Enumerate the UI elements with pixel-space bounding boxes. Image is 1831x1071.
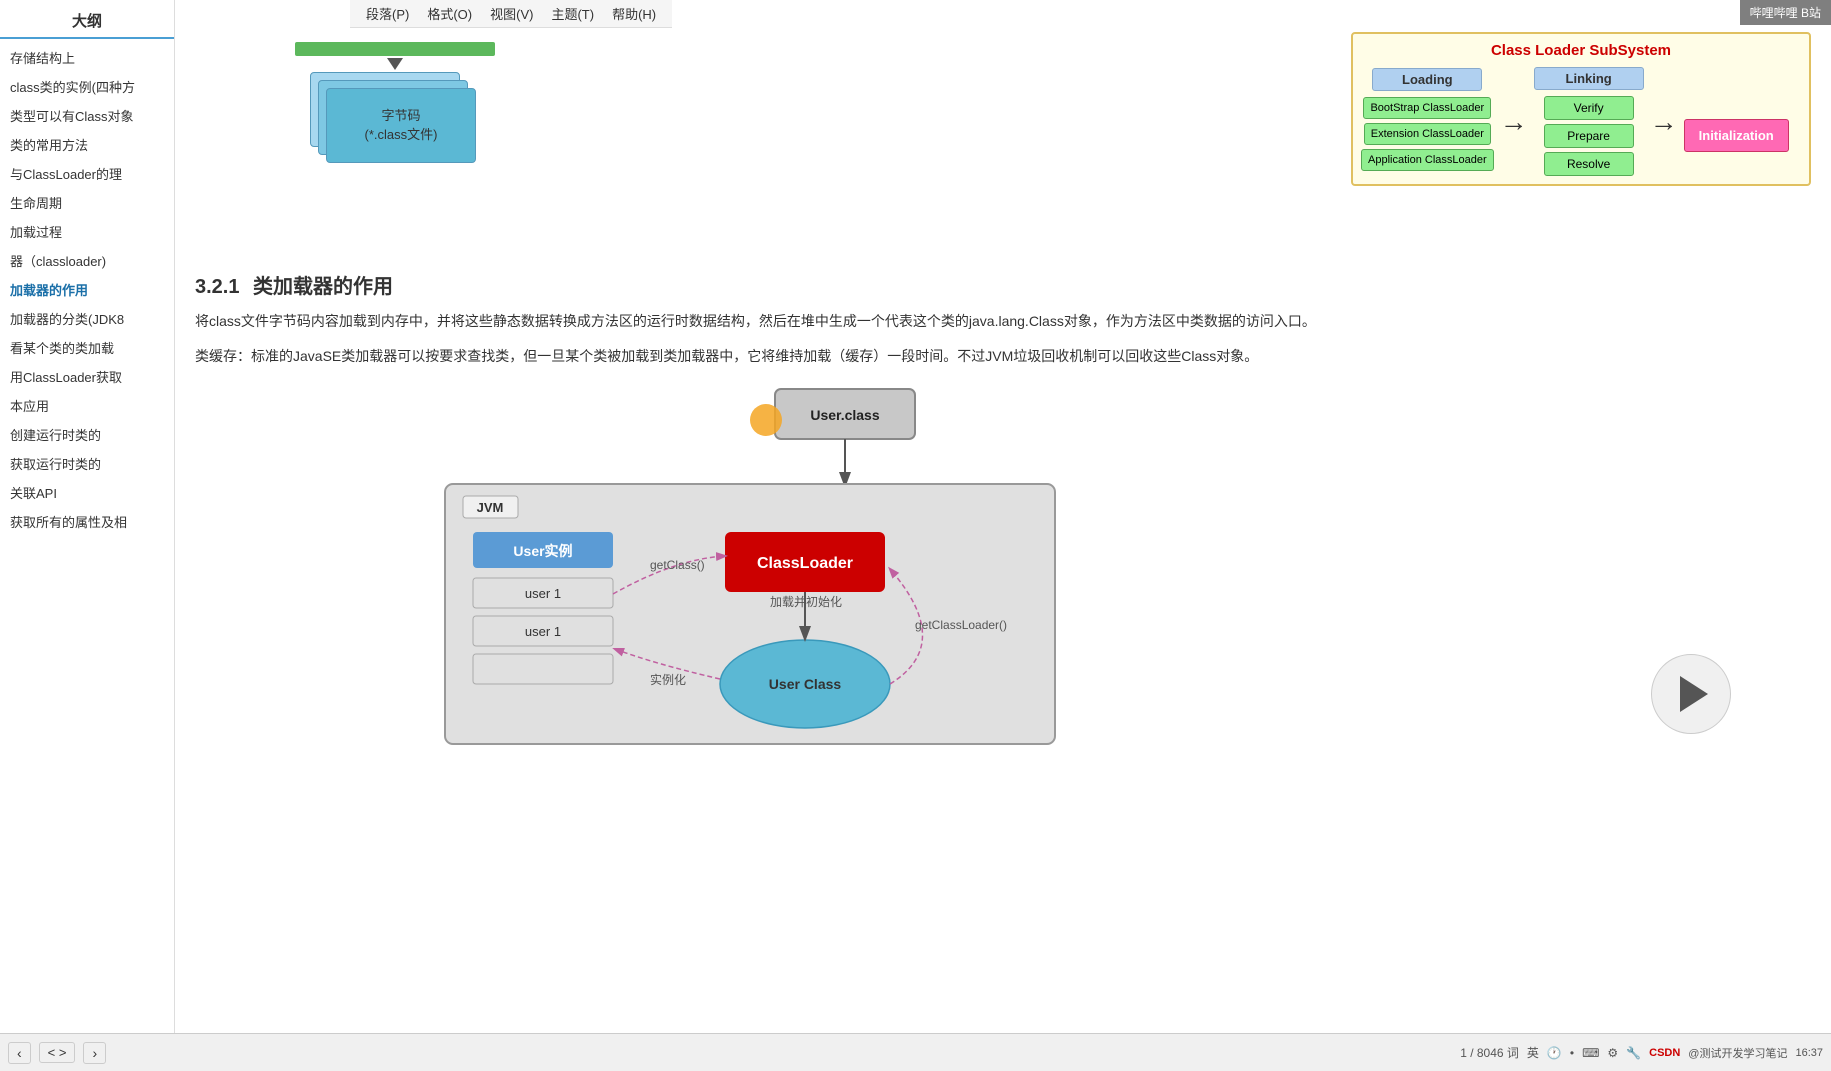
platform-label: @测试开发学习笔记 xyxy=(1688,1045,1787,1061)
lang-indicator: 英 xyxy=(1527,1044,1539,1061)
video-widget[interactable] xyxy=(1651,654,1731,734)
cl-init-box: Initialization xyxy=(1684,119,1789,152)
bytecode-box-stack: 字节码(*.class文件) xyxy=(310,72,480,182)
sidebar-item-9[interactable]: 加载器的分类(JDK8 xyxy=(0,304,174,333)
watermark: 哔哩哔哩 B站 xyxy=(1740,0,1831,25)
jvm-svg-diagram: User.class JVM User实例 user 1 user 1 Clas… xyxy=(295,384,1115,754)
bytecode-card-text: 字节码(*.class文件) xyxy=(365,107,438,143)
cl-prepare: Prepare xyxy=(1544,124,1634,148)
sidebar-item-16[interactable]: 获取所有的属性及相 xyxy=(0,507,174,536)
sidebar-item-11[interactable]: 用ClassLoader获取 xyxy=(0,362,174,391)
video-play-icon xyxy=(1680,676,1708,712)
svg-text:User Class: User Class xyxy=(769,676,842,692)
sidebar-item-1[interactable]: class类的实例(四种方 xyxy=(0,72,174,101)
sidebar-title: 大纲 xyxy=(0,0,174,39)
time-label: 16:37 xyxy=(1795,1047,1823,1059)
cl-arrow-2: → xyxy=(1650,106,1678,138)
cl-resolve: Resolve xyxy=(1544,152,1634,176)
sidebar-item-2[interactable]: 类型可以有Class对象 xyxy=(0,101,174,130)
sidebar: 大纲 存储结构上 class类的实例(四种方 类型可以有Class对象 类的常用… xyxy=(0,0,175,1071)
code-toggle-button[interactable]: < > xyxy=(39,1042,76,1063)
main-content: 段落(P) 格式(O) 视图(V) 主题(T) 帮助(H) 字节码(*.clas… xyxy=(175,0,1831,1071)
sidebar-items: 存储结构上 class类的实例(四种方 类型可以有Class对象 类的常用方法 … xyxy=(0,43,174,536)
sidebar-item-15[interactable]: 关联API xyxy=(0,478,174,507)
paragraph-2: 类缓存：标准的JavaSE类加载器可以按要求查找类，但一旦某个类被加载到类加载器… xyxy=(195,344,1811,369)
menu-item-2[interactable]: 视图(V) xyxy=(482,1,541,26)
sidebar-item-8[interactable]: 加载器的作用 xyxy=(0,275,174,304)
svg-text:user 1: user 1 xyxy=(525,586,561,601)
sidebar-item-0[interactable]: 存储结构上 xyxy=(0,43,174,72)
cl-init-section: Initialization xyxy=(1684,119,1789,152)
bytecode-diagram: 字节码(*.class文件) xyxy=(295,42,495,182)
section-title: 类加载器的作用 xyxy=(253,276,393,298)
svg-text:User实例: User实例 xyxy=(513,543,572,559)
svg-text:ClassLoader: ClassLoader xyxy=(757,555,853,572)
green-bar xyxy=(295,42,495,56)
svg-text:实例化: 实例化 xyxy=(650,672,686,687)
cl-loading-section: Loading BootStrap ClassLoader Extension … xyxy=(1361,68,1494,175)
menu-item-0[interactable]: 段落(P) xyxy=(358,1,417,26)
svg-text:getClassLoader(): getClassLoader() xyxy=(915,618,1007,632)
cl-arrow-1: → xyxy=(1500,106,1528,138)
sidebar-item-12[interactable]: 本应用 xyxy=(0,391,174,420)
menu-item-4[interactable]: 帮助(H) xyxy=(604,1,664,26)
sidebar-item-6[interactable]: 加载过程 xyxy=(0,217,174,246)
menu-bar: 段落(P) 格式(O) 视图(V) 主题(T) 帮助(H) xyxy=(350,0,672,28)
sidebar-item-3[interactable]: 类的常用方法 xyxy=(0,130,174,159)
arrow-down-bytecode xyxy=(387,58,403,70)
cl-extension: Extension ClassLoader xyxy=(1364,123,1491,145)
svg-text:user 1: user 1 xyxy=(525,624,561,639)
sidebar-item-5[interactable]: 生命周期 xyxy=(0,188,174,217)
jvm-diagram-area: User.class JVM User实例 user 1 user 1 Clas… xyxy=(195,384,1811,764)
svg-text:getClass(): getClass() xyxy=(650,558,705,572)
bottom-right-icons: 英 🕐 • ⌨ ⚙ 🔧 CSDN @测试开发学习笔记 16:37 xyxy=(1527,1044,1823,1061)
nav-prev-button[interactable]: ‹ xyxy=(8,1042,31,1064)
svg-text:JVM: JVM xyxy=(477,500,504,515)
top-diagram: 字节码(*.class文件) Class Loader SubSystem Lo… xyxy=(195,32,1811,252)
cl-verify: Verify xyxy=(1544,96,1634,120)
csdn-label: CSDN xyxy=(1649,1047,1680,1059)
section-heading: 3.2.1 类加载器的作用 xyxy=(195,270,1811,299)
sidebar-item-7[interactable]: 器（classloader) xyxy=(0,246,174,275)
menu-item-1[interactable]: 格式(O) xyxy=(419,1,480,26)
dot-icon: • xyxy=(1570,1046,1574,1060)
cl-loading-title: Loading xyxy=(1372,68,1482,91)
cl-linking-section: Linking Verify Prepare Resolve xyxy=(1534,67,1644,176)
svg-text:加载并初始化: 加载并初始化 xyxy=(770,595,842,609)
bytecode-card-front: 字节码(*.class文件) xyxy=(326,88,476,163)
sidebar-item-4[interactable]: 与ClassLoader的理 xyxy=(0,159,174,188)
classloader-subsystem-diagram: Class Loader SubSystem Loading BootStrap… xyxy=(1351,32,1811,186)
clock-icon: 🕐 xyxy=(1547,1046,1562,1060)
sidebar-item-14[interactable]: 获取运行时类的 xyxy=(0,449,174,478)
svg-text:User.class: User.class xyxy=(810,407,879,423)
cl-application: Application ClassLoader xyxy=(1361,149,1494,171)
wrench-icon: 🔧 xyxy=(1626,1046,1641,1060)
paragraph-1: 将class文件字节码内容加载到内存中，并将这些静态数据转换成方法区的运行时数据… xyxy=(195,309,1811,334)
section-number: 3.2.1 xyxy=(195,276,239,298)
cl-bootstrap: BootStrap ClassLoader xyxy=(1363,97,1491,119)
menu-item-3[interactable]: 主题(T) xyxy=(543,1,602,26)
keyboard-icon: ⌨ xyxy=(1582,1046,1599,1060)
nav-next-button[interactable]: › xyxy=(83,1042,106,1064)
settings-icon: ⚙ xyxy=(1607,1046,1618,1060)
bottom-bar: ‹ < > › 1 / 8046 词 英 🕐 • ⌨ ⚙ 🔧 CSDN @测试开… xyxy=(0,1033,1831,1071)
classloader-subsystem-title: Class Loader SubSystem xyxy=(1361,42,1801,59)
sidebar-item-13[interactable]: 创建运行时类的 xyxy=(0,420,174,449)
sidebar-item-10[interactable]: 看某个类的类加载 xyxy=(0,333,174,362)
word-count: 1 / 8046 词 xyxy=(1460,1044,1519,1061)
cl-linking-title: Linking xyxy=(1534,67,1644,90)
